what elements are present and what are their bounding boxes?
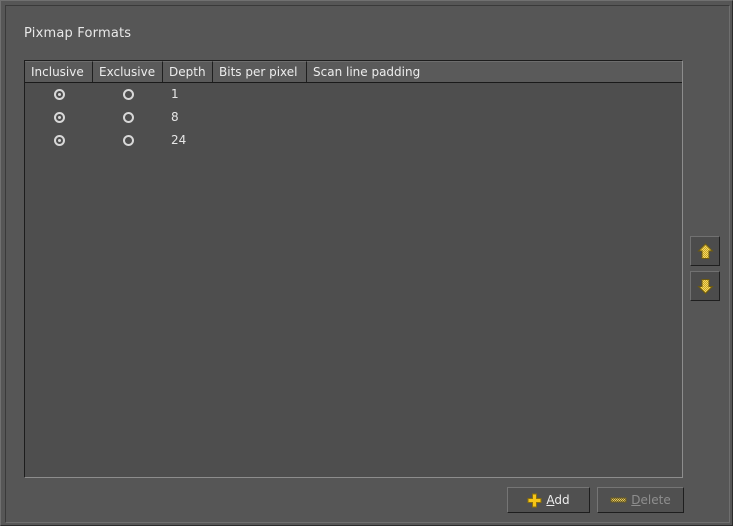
arrow-down-icon (696, 278, 714, 294)
table-header-row: Inclusive Exclusive Depth Bits per pixel… (25, 61, 682, 83)
radio-unselected-icon[interactable] (122, 112, 134, 123)
delete-button[interactable]: Delete (597, 487, 684, 513)
column-header-exclusive[interactable]: Exclusive (93, 61, 163, 82)
row-2-exclusive-radio[interactable] (93, 129, 163, 152)
column-header-inclusive[interactable]: Inclusive (25, 61, 93, 82)
row-0-exclusive-radio[interactable] (93, 83, 163, 106)
move-down-button[interactable] (690, 271, 720, 301)
row-0-depth-value: 1 (171, 87, 179, 101)
add-button[interactable]: Add (507, 487, 590, 513)
window-inner-frame: Pixmap Formats Inclusive Exclusive Depth… (5, 5, 730, 523)
add-button-label: Add (546, 493, 570, 507)
row-1-exclusive-radio[interactable] (93, 106, 163, 129)
table-body: 1 8 24 (25, 83, 682, 477)
row-2-inclusive-radio[interactable] (25, 129, 93, 152)
row-1-depth-value: 8 (171, 110, 179, 124)
delete-button-label: Delete (631, 493, 671, 507)
move-up-button[interactable] (690, 236, 720, 266)
column-header-bits-per-pixel[interactable]: Bits per pixel (213, 61, 307, 82)
row-0-inclusive-radio[interactable] (25, 83, 93, 106)
table-row[interactable]: 24 (25, 129, 682, 152)
minus-icon (610, 497, 627, 503)
plus-icon (527, 493, 542, 507)
page-title: Pixmap Formats (24, 26, 132, 41)
row-2-depth-value: 24 (171, 133, 187, 147)
radio-selected-icon[interactable] (53, 112, 65, 123)
radio-selected-icon[interactable] (53, 135, 65, 146)
column-header-scan-line-padding[interactable]: Scan line padding (307, 61, 682, 82)
pixmap-formats-window: Pixmap Formats Inclusive Exclusive Depth… (0, 0, 733, 526)
radio-unselected-icon[interactable] (122, 89, 134, 100)
row-1-inclusive-radio[interactable] (25, 106, 93, 129)
arrow-up-icon (696, 242, 714, 259)
radio-unselected-icon[interactable] (122, 135, 134, 146)
table-row[interactable]: 1 (25, 83, 682, 106)
column-header-depth[interactable]: Depth (163, 61, 213, 82)
radio-selected-icon[interactable] (53, 89, 65, 100)
table-row[interactable]: 8 (25, 106, 682, 129)
pixmap-formats-list-panel[interactable]: Inclusive Exclusive Depth Bits per pixel… (24, 60, 683, 478)
